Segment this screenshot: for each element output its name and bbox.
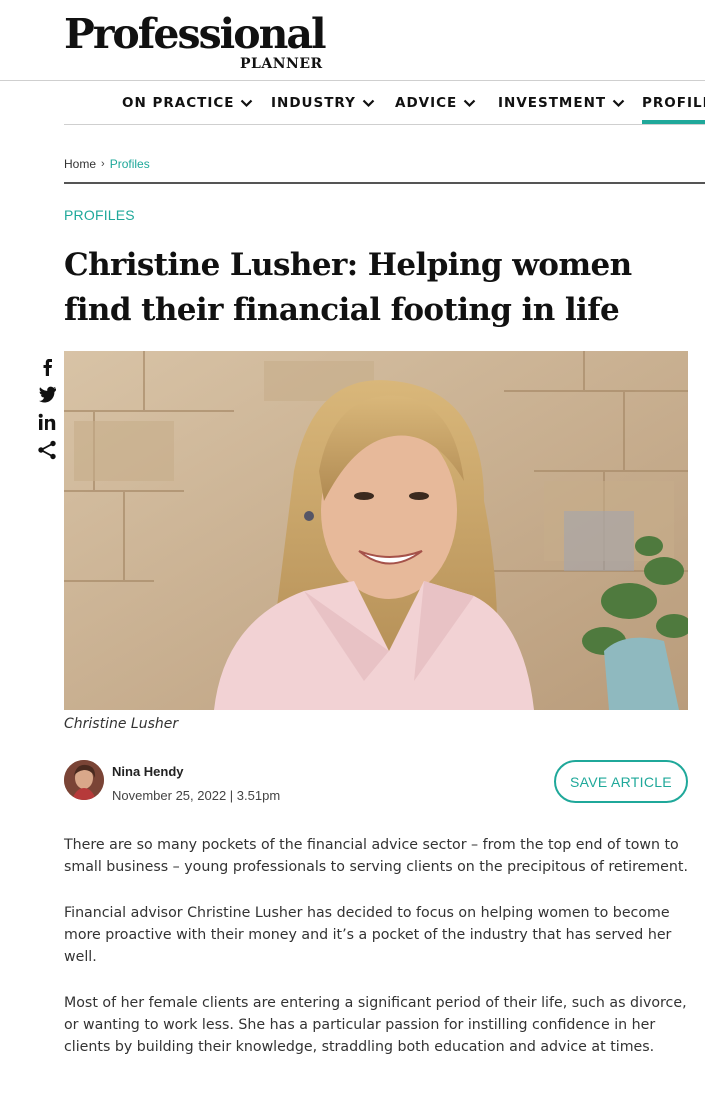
- breadcrumb: Home › Profiles: [64, 157, 150, 171]
- article-hero-photo: [64, 351, 688, 710]
- chevron-down-icon: [612, 99, 625, 107]
- facebook-icon[interactable]: [36, 355, 58, 377]
- portrait-illustration: [64, 351, 688, 710]
- share-icon[interactable]: [36, 439, 58, 461]
- nav-active-indicator: [642, 120, 705, 124]
- logo-wordmark: Professional: [64, 10, 327, 58]
- nav-item-label: INDUSTRY: [271, 95, 356, 111]
- breadcrumb-home[interactable]: Home: [64, 157, 96, 171]
- author-avatar[interactable]: [64, 760, 104, 800]
- site-logo[interactable]: Professional PLANNER: [64, 10, 327, 74]
- linkedin-icon[interactable]: [36, 411, 58, 433]
- article-paragraph: Most of her female clients are entering …: [64, 995, 687, 1055]
- nav-item-on-practice[interactable]: ON PRACTICE: [122, 95, 253, 111]
- main-nav: ON PRACTICE INDUSTRY ADVICE INVESTMENT P…: [64, 81, 705, 125]
- nav-item-label: INVESTMENT: [498, 95, 607, 111]
- chevron-down-icon: [463, 99, 476, 107]
- breadcrumb-separator: ›: [101, 158, 105, 170]
- chevron-down-icon: [362, 99, 375, 107]
- share-bar: [36, 355, 60, 467]
- nav-item-label: ON PRACTICE: [122, 95, 235, 111]
- save-article-button[interactable]: SAVE ARTICLE: [554, 760, 688, 803]
- logo-subtitle: PLANNER: [240, 56, 323, 72]
- nav-item-investment[interactable]: INVESTMENT: [498, 95, 625, 111]
- article-paragraph: There are so many pockets of the financi…: [64, 837, 688, 875]
- author-name[interactable]: Nina Hendy: [112, 764, 184, 779]
- article-category[interactable]: PROFILES: [64, 207, 135, 223]
- nav-item-profile[interactable]: PROFILE: [642, 95, 705, 111]
- breadcrumb-divider: [64, 182, 705, 184]
- article-body: There are so many pockets of the financi…: [64, 834, 690, 1082]
- article-title: Christine Lusher: Helping women find the…: [64, 247, 632, 328]
- nav-item-industry[interactable]: INDUSTRY: [271, 95, 375, 111]
- chevron-down-icon: [241, 99, 253, 107]
- breadcrumb-current[interactable]: Profiles: [110, 157, 150, 171]
- nav-item-label: ADVICE: [395, 95, 458, 111]
- nav-item-advice[interactable]: ADVICE: [395, 95, 476, 111]
- avatar-image: [64, 760, 104, 800]
- nav-item-label: PROFILE: [642, 95, 705, 111]
- photo-caption: Christine Lusher: [64, 716, 179, 732]
- twitter-icon[interactable]: [36, 383, 58, 405]
- article-paragraph: Financial advisor Christine Lusher has d…: [64, 905, 672, 965]
- publish-date: November 25, 2022 | 3.51pm: [112, 788, 281, 803]
